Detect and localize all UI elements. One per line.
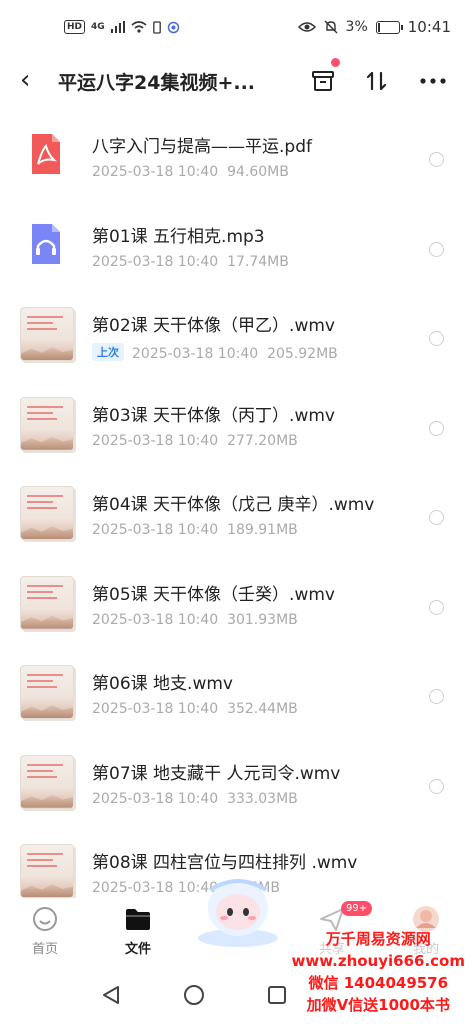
file-meta: 2025-03-18 10:40 94.60MB [92, 164, 289, 180]
chevron-left-icon[interactable]: ‹ [20, 66, 30, 94]
file-meta: 2025-03-18 10:40 17.74MB [92, 253, 289, 270]
clock: 10:41 [407, 18, 451, 36]
file-name: 第08课 四柱宫位与四柱排列 .wmv [92, 853, 358, 873]
notification-dot [331, 58, 340, 67]
tab-files[interactable]: 文件 [108, 904, 168, 957]
video-thumbnail [20, 307, 74, 361]
file-meta: 2025-03-18 10:40 277.20MB [92, 432, 298, 449]
file-name: 第05课 天干体像（壬癸）.wmv [92, 584, 335, 605]
pdf-icon [20, 128, 72, 180]
recents-square-icon[interactable] [266, 984, 288, 1006]
video-thumbnail [20, 844, 74, 898]
sort-icon[interactable] [362, 66, 392, 96]
tab-label: 文件 [124, 942, 151, 957]
hd-indicator: HD [64, 20, 86, 34]
folder-title: 平运八字24集视频+... [58, 72, 256, 94]
select-radio[interactable] [429, 778, 444, 794]
home-icon [33, 907, 57, 931]
file-meta: 2025-03-18 10:40 189.91MB [92, 522, 298, 538]
list-item[interactable]: 第05课 天干体像（壬癸）.wmv 2025-03-18 10:40 301.9… [0, 560, 473, 650]
file-meta: 2025-03-18 10:40 352.44MB [92, 701, 298, 717]
select-radio[interactable] [429, 689, 444, 704]
app-header: ‹ 平运八字24集视频+... [0, 58, 473, 106]
tab-home[interactable]: 首页 [15, 904, 75, 957]
video-thumbnail [20, 575, 74, 630]
wifi-icon [131, 21, 147, 33]
list-item[interactable]: 第02课 天干体像（甲乙）.wmv 上次 2025-03-18 10:40 205… [0, 291, 473, 381]
more-icon[interactable] [418, 66, 448, 96]
tab-label: 首页 [31, 942, 58, 957]
battery-icon [375, 20, 403, 34]
video-thumbnail [20, 396, 74, 451]
list-item[interactable]: 八字入门与提高——平运.pdf 2025-03-18 10:40 94.60MB [0, 112, 473, 202]
mute-bell-icon [324, 20, 338, 34]
file-list: 八字入门与提高——平运.pdf 2025-03-18 10:40 94.60MB… [0, 112, 473, 918]
select-radio[interactable] [429, 152, 444, 167]
file-name: 第03课 天干体像（丙丁）.wmv [92, 405, 335, 426]
app-notification-icon [167, 21, 179, 33]
home-circle-icon[interactable] [183, 984, 205, 1006]
file-name: 八字入门与提高——平运.pdf [92, 137, 312, 157]
list-item[interactable]: 第06课 地支.wmv 2025-03-18 10:40 352.44MB [0, 649, 473, 739]
select-radio[interactable] [429, 420, 444, 436]
video-thumbnail [20, 665, 74, 719]
list-item[interactable]: 第01课 五行相克.mp3 2025-03-18 10:40 17.74MB [0, 202, 473, 292]
system-nav-bar [0, 972, 473, 1024]
audio-icon [20, 218, 72, 270]
list-item[interactable]: 第04课 天干体像（戊己 庚辛）.wmv 2025-03-18 10:40 18… [0, 470, 473, 560]
file-name: 第07课 地支藏干 人元司令.wmv [92, 763, 341, 784]
select-radio[interactable] [429, 331, 444, 346]
signal-icon [110, 21, 125, 33]
eye-icon [297, 22, 316, 32]
file-name: 第04课 天干体像（戊己 庚辛）.wmv [92, 495, 375, 515]
file-meta: 2025-03-18 10:40 301.93MB [92, 611, 298, 628]
video-thumbnail [20, 486, 74, 540]
folder-icon [126, 909, 150, 930]
select-radio[interactable] [429, 599, 444, 615]
file-name: 第02课 天干体像（甲乙）.wmv [92, 316, 335, 336]
file-meta: 上次 2025-03-18 10:40 205.92MB [92, 343, 338, 362]
select-radio[interactable] [429, 241, 444, 257]
file-name: 第06课 地支.wmv [92, 674, 233, 694]
status-bar: HD 4G 3% 10:41 [0, 0, 473, 58]
network-indicator: 4G [91, 22, 105, 32]
file-name: 第01课 五行相克.mp3 [92, 226, 265, 247]
battery-percent: 3% [345, 19, 368, 35]
archive-box-icon[interactable] [308, 58, 340, 96]
list-item[interactable]: 第07课 地支藏干 人元司令.wmv 2025-03-18 10:40 333.… [0, 739, 473, 829]
file-meta: 2025-03-18 10:40 333.03MB [92, 790, 298, 807]
floating-assistant-mascot[interactable] [190, 872, 286, 950]
select-radio[interactable] [429, 510, 444, 525]
back-triangle-icon[interactable] [100, 984, 122, 1006]
share-count-badge: 99+ [341, 901, 373, 916]
last-viewed-badge: 上次 [92, 343, 124, 361]
list-item[interactable]: 第03课 天干体像（丙丁）.wmv 2025-03-18 10:40 277.2… [0, 381, 473, 471]
phone-battery-icon [152, 20, 161, 34]
video-thumbnail [20, 754, 74, 809]
